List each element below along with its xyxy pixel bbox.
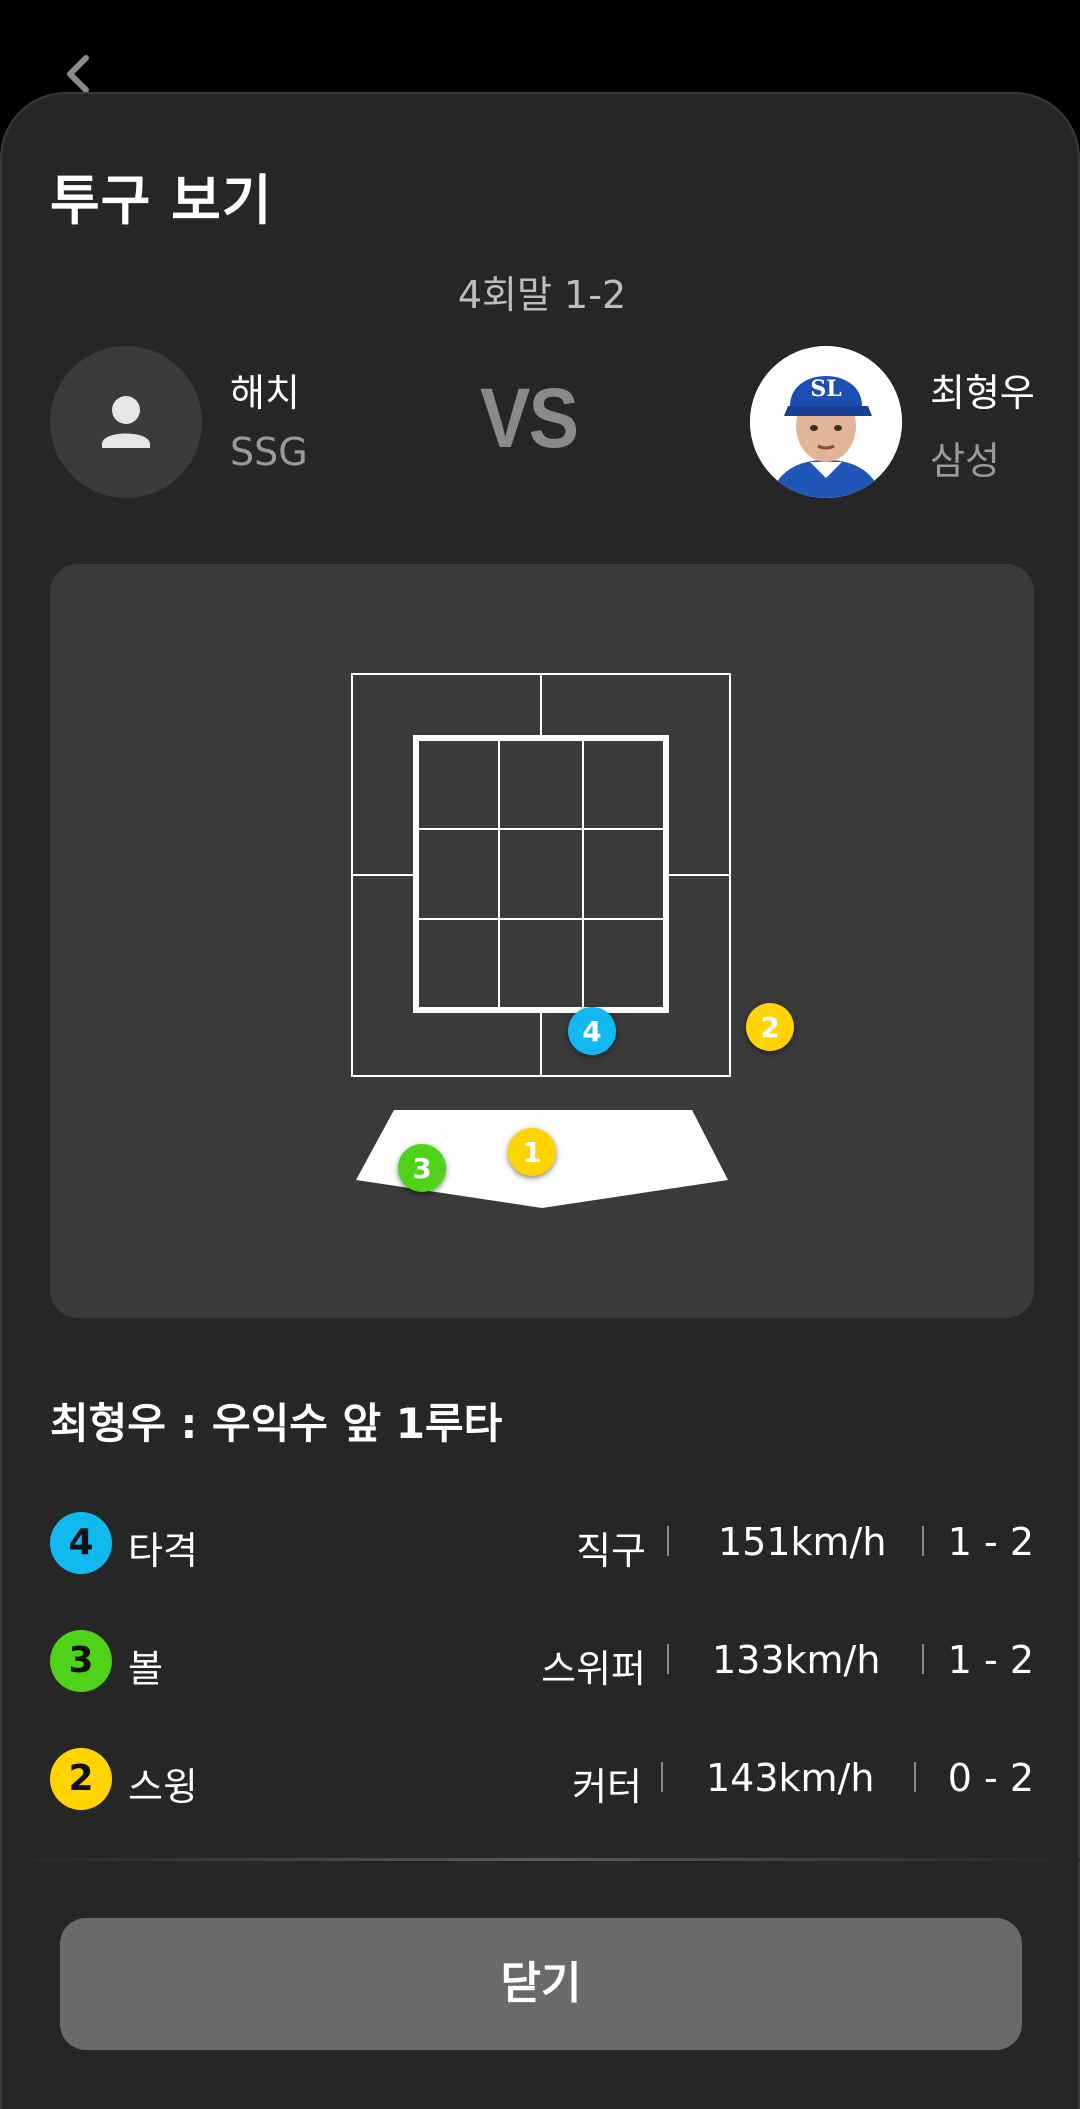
- pitch-marker-2: 2: [746, 1003, 794, 1051]
- pitcher-team: 삼성: [930, 439, 1000, 483]
- person-icon: [102, 396, 150, 448]
- cap-logo: SL: [810, 376, 841, 402]
- pitch-result-label: 타격: [128, 1529, 198, 1573]
- pitch-marker-3: 3: [398, 1144, 446, 1192]
- separator: [914, 1762, 916, 1792]
- pitch-marker-4: 4: [568, 1007, 616, 1055]
- pitch-row: 4 타격 직구 151km/h 1 - 2: [50, 1512, 1034, 1576]
- separator: [922, 1644, 924, 1674]
- pitch-marker-number: 4: [582, 1015, 601, 1048]
- pitch-speed: 133km/h: [712, 1638, 881, 1682]
- pitch-number-badge: 4: [50, 1512, 112, 1574]
- versus-label: VS: [480, 371, 579, 465]
- pitch-type: 직구: [576, 1529, 646, 1573]
- page-title: 투구 보기: [50, 169, 273, 232]
- pitch-view-sheet: 투구 보기 4회말 1-2 해치 SSG VS SL 최형우 삼성 1 2 3 …: [0, 92, 1080, 2109]
- ball-strike-count: 1 - 2: [947, 1638, 1034, 1682]
- batter-avatar: [50, 346, 202, 498]
- at-bat-result: 최형우 : 우익수 앞 1루타: [50, 1399, 503, 1448]
- inner-strike-zone: [413, 735, 669, 1013]
- pitch-number-badge: 3: [50, 1630, 112, 1692]
- pitcher-photo: SL: [750, 346, 902, 498]
- pitch-result-label: 스윙: [128, 1765, 198, 1809]
- pitcher-avatar: SL: [750, 346, 902, 498]
- ball-strike-count: 1 - 2: [947, 1520, 1034, 1564]
- pitch-marker-number: 2: [760, 1011, 779, 1044]
- pitch-speed: 151km/h: [718, 1520, 887, 1564]
- separator: [922, 1526, 924, 1556]
- pitch-speed: 143km/h: [706, 1756, 875, 1800]
- pitch-marker-number: 1: [522, 1136, 541, 1169]
- pitch-result-label: 볼: [128, 1647, 163, 1691]
- batter-name: 해치: [230, 371, 300, 415]
- strike-zone-diagram: 1 2 3 4: [351, 673, 794, 1208]
- pitch-row: 3 볼 스위퍼 133km/h 1 - 2: [50, 1630, 1034, 1694]
- divider: [2, 1858, 1080, 1861]
- pitch-marker-1: 1: [508, 1128, 556, 1176]
- ball-strike-count: 0 - 2: [947, 1756, 1034, 1800]
- inning-score: 4회말 1-2: [457, 273, 627, 317]
- separator: [667, 1644, 669, 1674]
- back-button[interactable]: [58, 52, 98, 96]
- chevron-left-icon: [67, 55, 89, 93]
- pitch-type: 스위퍼: [541, 1647, 646, 1691]
- pitcher-name: 최형우: [930, 371, 1035, 415]
- pitch-number-badge: 2: [50, 1748, 112, 1810]
- separator: [667, 1526, 669, 1556]
- strike-zone-card: 1 2 3 4: [50, 564, 1034, 1318]
- close-button[interactable]: 닫기: [60, 1918, 1022, 2050]
- pitch-row: 2 스윙 커터 143km/h 0 - 2: [50, 1748, 1034, 1812]
- separator: [661, 1762, 663, 1792]
- pitch-marker-number: 3: [412, 1152, 431, 1185]
- pitch-type: 커터: [572, 1765, 642, 1809]
- batter-team: SSG: [230, 430, 308, 474]
